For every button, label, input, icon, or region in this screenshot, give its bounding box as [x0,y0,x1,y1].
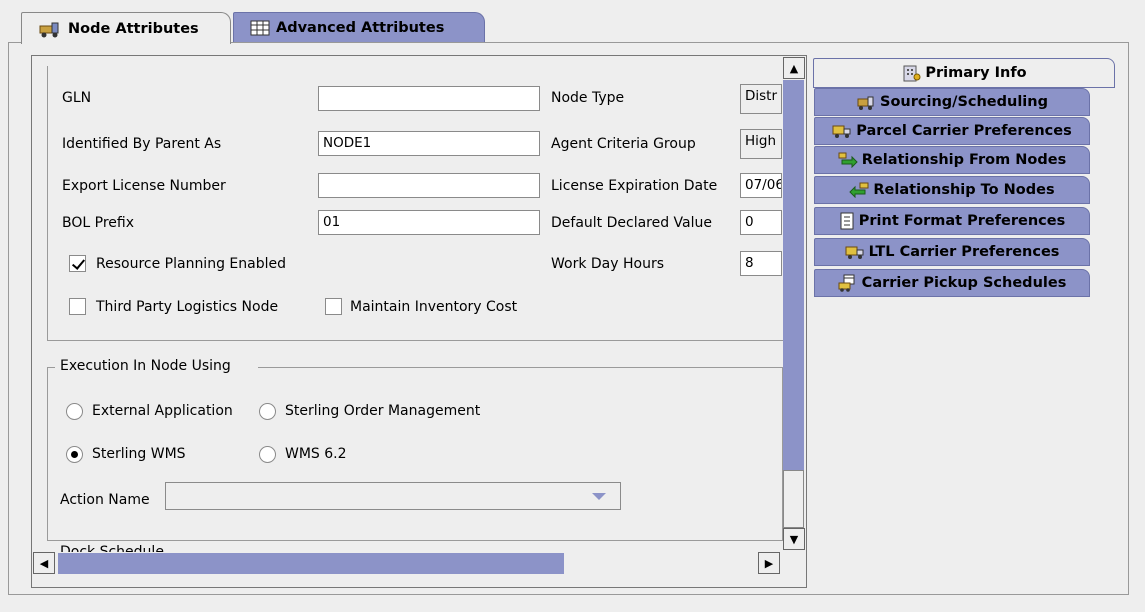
dock-schedule-clip: Dock Schedule [47,541,783,552]
action-name-select[interactable] [165,482,621,510]
radio-label: Sterling Order Management [285,403,481,419]
sterling-wms-radio[interactable] [66,446,83,463]
side-tab-relationship-to-nodes[interactable]: Relationship To Nodes [814,176,1090,204]
resource-planning-label: Resource Planning Enabled [96,256,286,272]
tab-advanced-attributes[interactable]: Advanced Attributes [233,12,485,42]
side-tab-label: Print Format Preferences [858,213,1066,229]
export-license-label: Export License Number [62,178,226,194]
identified-by-parent-label: Identified By Parent As [62,136,222,152]
work-day-hours-label: Work Day Hours [551,256,665,272]
arrow-right-nodes-icon [838,152,858,168]
side-tab-label: Sourcing/Scheduling [880,94,1048,110]
document-icon [840,212,854,230]
side-tab-label: Carrier Pickup Schedules [861,275,1067,291]
scroll-right-button[interactable]: ▶ [758,552,780,574]
side-tab-print-format-preferences[interactable]: Print Format Preferences [814,207,1090,235]
side-tab-label: LTL Carrier Preferences [868,244,1060,260]
side-tab-label: Parcel Carrier Preferences [856,123,1072,139]
side-tab-label: Relationship To Nodes [873,182,1055,198]
horizontal-scroll-thumb[interactable] [58,553,564,574]
gln-field[interactable] [318,86,540,111]
identified-by-parent-field[interactable]: NODE1 [318,131,540,156]
dock-schedule-legend: Dock Schedule [60,544,164,552]
side-tab-ltl-carrier-preferences[interactable]: LTL Carrier Preferences [814,238,1090,266]
calendar-truck-icon [838,274,855,292]
action-name-label: Action Name [60,492,150,508]
tab-node-attributes[interactable]: Node Attributes [21,12,231,44]
forklift-icon [39,22,59,37]
third-party-logistics-label: Third Party Logistics Node [96,299,279,315]
group-border [47,367,55,368]
wms-6-2-radio[interactable] [259,446,276,463]
maintain-inventory-cost-checkbox[interactable] [325,298,342,315]
maintain-inventory-cost-label: Maintain Inventory Cost [350,299,518,315]
vertical-scroll-track[interactable] [783,470,804,528]
side-tab-parcel-carrier-preferences[interactable]: Parcel Carrier Preferences [814,117,1090,145]
scroll-left-button[interactable]: ◀ [33,552,55,574]
side-tab-label: Primary Info [925,65,1027,81]
license-expiration-date-label: License Expiration Date [551,178,718,194]
forklift-icon [857,96,874,110]
third-party-logistics-checkbox[interactable] [69,298,86,315]
tab-label: Node Attributes [68,20,199,37]
default-declared-value-label: Default Declared Value [551,215,713,231]
side-tab-sourcing-scheduling[interactable]: Sourcing/Scheduling [814,88,1090,116]
building-icon [903,65,921,82]
export-license-field[interactable] [318,173,540,198]
truck-icon [832,125,851,138]
node-type-select[interactable]: Distr [740,84,782,114]
radio-label: Sterling WMS [92,446,186,462]
agent-criteria-group-label: Agent Criteria Group [551,136,696,152]
license-expiration-date-field[interactable]: 07/06 [740,173,782,198]
arrow-left-nodes-icon [849,182,869,198]
execution-legend: Execution In Node Using [60,358,231,374]
radio-label: WMS 6.2 [285,446,347,462]
scroll-up-button[interactable]: ▲ [783,57,805,79]
chevron-down-icon [592,493,606,500]
agent-criteria-group-select[interactable]: High [740,129,782,159]
table-icon [250,20,270,35]
side-tab-primary-info[interactable]: Primary Info [813,58,1115,88]
side-tab-label: Relationship From Nodes [861,152,1067,168]
resource-planning-checkbox[interactable] [69,255,86,272]
bol-prefix-label: BOL Prefix [62,215,134,231]
vertical-scroll-thumb[interactable] [783,80,804,528]
bol-prefix-field[interactable]: 01 [318,210,540,235]
tab-label: Advanced Attributes [276,19,445,36]
default-declared-value-field[interactable]: 0 [740,210,782,235]
external-application-radio[interactable] [66,403,83,420]
side-tab-carrier-pickup-schedules[interactable]: Carrier Pickup Schedules [814,269,1090,297]
node-type-label: Node Type [551,90,625,106]
group-border [258,367,783,368]
sterling-order-management-radio[interactable] [259,403,276,420]
side-tab-relationship-from-nodes[interactable]: Relationship From Nodes [814,146,1090,174]
truck-icon [845,246,864,259]
scroll-down-button[interactable]: ▼ [783,528,805,550]
gln-label: GLN [62,90,92,106]
work-day-hours-field[interactable]: 8 [740,251,782,276]
radio-label: External Application [92,403,233,419]
